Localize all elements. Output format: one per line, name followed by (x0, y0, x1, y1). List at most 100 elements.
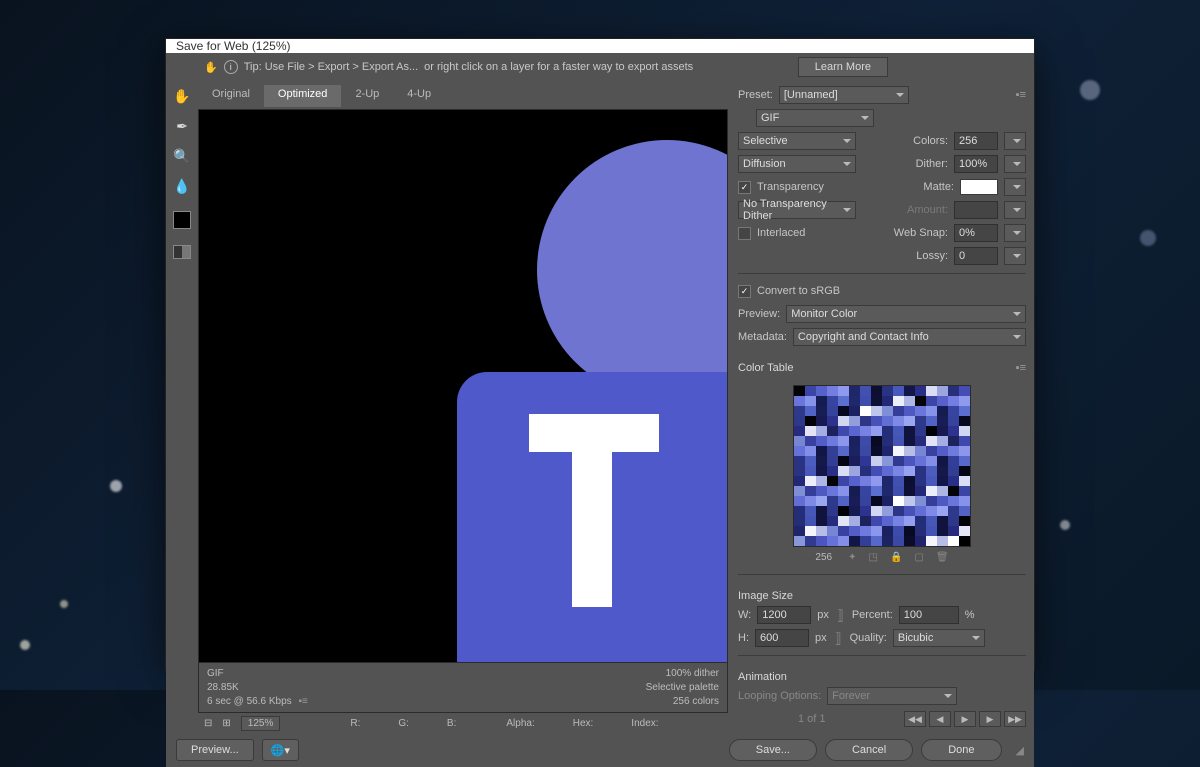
color-swatch[interactable] (871, 456, 882, 466)
color-swatch[interactable] (871, 506, 882, 516)
color-swatch[interactable] (838, 416, 849, 426)
color-swatch[interactable] (882, 536, 893, 546)
color-swatch[interactable] (915, 466, 926, 476)
color-swatch[interactable] (948, 416, 959, 426)
color-swatch[interactable] (805, 516, 816, 526)
color-swatch[interactable] (871, 516, 882, 526)
color-swatch[interactable] (915, 516, 926, 526)
color-swatch[interactable] (915, 386, 926, 396)
preview-canvas[interactable] (198, 109, 728, 663)
color-swatch[interactable] (882, 486, 893, 496)
color-swatch[interactable] (849, 456, 860, 466)
color-swatch[interactable] (904, 516, 915, 526)
color-swatch[interactable] (959, 506, 970, 516)
color-swatch[interactable] (959, 536, 970, 546)
color-swatch[interactable] (948, 466, 959, 476)
color-swatch[interactable] (838, 396, 849, 406)
color-swatch[interactable] (827, 386, 838, 396)
link-icon-2[interactable]: ⟧ (835, 630, 842, 647)
color-swatch[interactable] (849, 396, 860, 406)
color-swatch[interactable] (827, 436, 838, 446)
tab-2up[interactable]: 2-Up (341, 85, 393, 107)
color-swatch[interactable] (794, 506, 805, 516)
color-swatch[interactable] (948, 446, 959, 456)
color-swatch[interactable] (937, 416, 948, 426)
websnap-input[interactable]: 0% (954, 224, 998, 242)
color-swatch[interactable] (805, 536, 816, 546)
color-swatch[interactable] (849, 536, 860, 546)
ct-icon-1[interactable]: ✦ (848, 552, 856, 563)
color-swatch[interactable] (926, 416, 937, 426)
color-swatch[interactable] (948, 486, 959, 496)
color-swatch[interactable] (849, 446, 860, 456)
color-swatch[interactable] (805, 426, 816, 436)
color-swatch[interactable] (904, 526, 915, 536)
color-swatch[interactable] (827, 416, 838, 426)
color-swatch[interactable] (794, 496, 805, 506)
color-swatch[interactable] (794, 486, 805, 496)
color-swatch[interactable] (948, 506, 959, 516)
zoom-select[interactable]: 125% (241, 716, 281, 731)
colors-stepper[interactable] (1004, 132, 1026, 150)
colors-input[interactable]: 256 (954, 132, 998, 150)
color-swatch[interactable] (926, 506, 937, 516)
color-swatch[interactable] (948, 386, 959, 396)
color-swatch[interactable] (959, 426, 970, 436)
color-swatch[interactable] (794, 426, 805, 436)
link-icon[interactable]: ⟧ (837, 607, 844, 624)
color-swatch[interactable] (838, 386, 849, 396)
browser-preview-button[interactable]: 🌐▾ (262, 739, 299, 761)
color-swatch[interactable] (816, 476, 827, 486)
color-swatch[interactable] (849, 436, 860, 446)
color-swatch[interactable] (948, 536, 959, 546)
color-swatch[interactable] (926, 486, 937, 496)
color-swatch[interactable] (959, 456, 970, 466)
color-swatch[interactable] (926, 496, 937, 506)
color-swatch[interactable] (838, 516, 849, 526)
color-swatch[interactable] (805, 476, 816, 486)
color-swatch[interactable] (893, 516, 904, 526)
color-swatch[interactable] (937, 476, 948, 486)
metadata-select[interactable]: Copyright and Contact Info (793, 328, 1026, 346)
matte-select[interactable] (1004, 178, 1026, 196)
color-swatch[interactable] (959, 446, 970, 456)
color-swatch[interactable] (893, 406, 904, 416)
color-swatch[interactable] (860, 406, 871, 416)
color-swatch[interactable] (849, 496, 860, 506)
color-swatch[interactable] (926, 456, 937, 466)
color-swatch[interactable] (827, 516, 838, 526)
preset-select[interactable]: [Unnamed] (779, 86, 909, 104)
color-swatch[interactable] (871, 446, 882, 456)
color-swatch[interactable] (827, 456, 838, 466)
color-swatch[interactable] (915, 406, 926, 416)
color-swatch[interactable] (860, 386, 871, 396)
color-swatch[interactable] (882, 506, 893, 516)
color-swatch[interactable] (871, 536, 882, 546)
last-frame-button[interactable]: ▶▶ (1004, 711, 1026, 727)
color-swatch[interactable] (849, 426, 860, 436)
color-swatch[interactable] (827, 426, 838, 436)
color-swatch[interactable] (893, 416, 904, 426)
color-swatch[interactable] (871, 396, 882, 406)
color-swatch[interactable] (871, 436, 882, 446)
interlaced-checkbox[interactable] (738, 227, 751, 240)
color-swatch[interactable] (948, 456, 959, 466)
color-swatch[interactable] (948, 526, 959, 536)
color-swatch[interactable] (805, 496, 816, 506)
color-swatch[interactable] (937, 396, 948, 406)
color-swatch[interactable] (816, 536, 827, 546)
play-button[interactable]: ▶ (954, 711, 976, 727)
srgb-checkbox[interactable]: ✓ (738, 285, 751, 298)
color-swatch[interactable] (937, 466, 948, 476)
color-table[interactable] (793, 385, 971, 547)
color-swatch[interactable] (893, 466, 904, 476)
color-swatch[interactable] (926, 396, 937, 406)
color-swatch[interactable] (926, 426, 937, 436)
color-swatch[interactable] (838, 486, 849, 496)
color-swatch[interactable] (882, 396, 893, 406)
slice-select-tool-icon[interactable]: ✒ (171, 115, 193, 137)
eyedropper-color-swatch[interactable] (173, 211, 191, 229)
color-swatch[interactable] (838, 456, 849, 466)
color-swatch[interactable] (882, 426, 893, 436)
color-swatch[interactable] (816, 396, 827, 406)
